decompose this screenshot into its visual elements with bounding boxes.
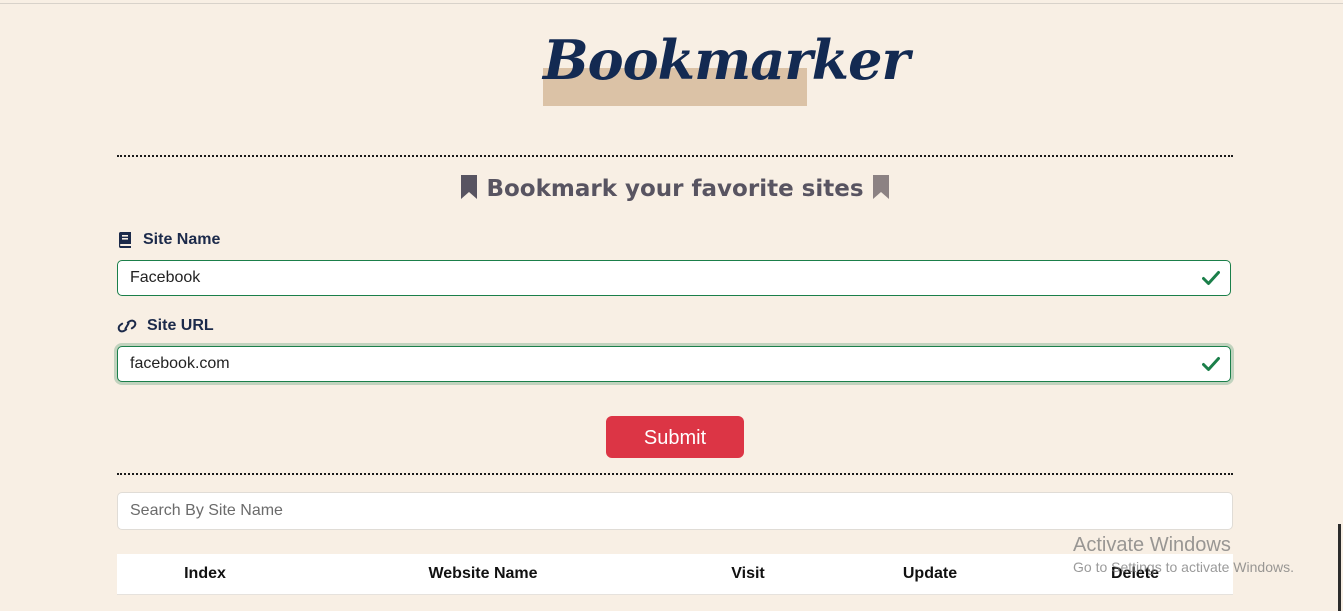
check-icon [1202, 356, 1220, 372]
logo-text: Bookmarker [543, 28, 910, 92]
book-icon [117, 232, 133, 248]
divider-bottom [117, 473, 1233, 475]
window-edge [1338, 524, 1341, 611]
logo: Bookmarker [543, 28, 910, 106]
site-name-label-text: Site Name [143, 231, 221, 248]
bookmark-icon [872, 175, 890, 202]
page-subtitle: Bookmark your favorite sites [117, 172, 1233, 206]
site-url-label: Site URL [117, 317, 214, 335]
submit-button[interactable]: Submit [606, 416, 744, 458]
top-border [0, 3, 1343, 4]
link-icon [117, 318, 137, 334]
column-header-index: Index [184, 565, 226, 582]
site-url-input[interactable] [130, 347, 1190, 381]
bookmarks-table-header: Index Website Name Visit Update Delete [117, 554, 1233, 595]
search-field[interactable] [117, 492, 1233, 530]
divider-top [117, 155, 1233, 157]
site-url-field[interactable] [117, 346, 1231, 382]
site-url-label-text: Site URL [147, 317, 214, 334]
column-header-website-name: Website Name [428, 565, 538, 582]
column-header-visit: Visit [731, 565, 765, 582]
column-header-update: Update [902, 565, 958, 582]
site-name-label: Site Name [117, 231, 220, 249]
site-name-input[interactable] [130, 261, 1190, 295]
column-header-delete: Delete [1110, 565, 1160, 582]
subtitle-text: Bookmark your favorite sites [486, 176, 864, 202]
bookmark-icon [460, 175, 486, 202]
check-icon [1202, 270, 1220, 286]
site-name-field[interactable] [117, 260, 1231, 296]
search-input[interactable] [130, 493, 1220, 529]
